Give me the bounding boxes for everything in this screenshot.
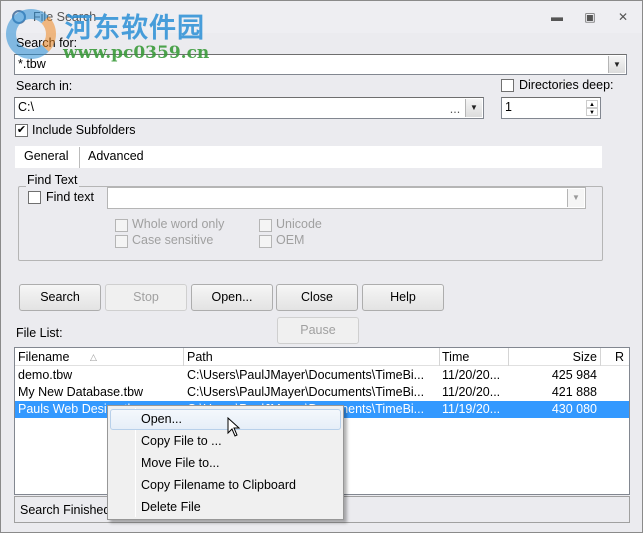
- oem-label: OEM: [276, 233, 305, 247]
- table-row[interactable]: My New Database.tbw C:\Users\PaulJMayer\…: [15, 384, 629, 401]
- chevron-down-icon[interactable]: ▼: [608, 56, 625, 73]
- cell-size: 430 080: [551, 402, 597, 416]
- spin-down-icon[interactable]: ▼: [586, 108, 598, 116]
- context-menu: Open... Copy File to ... Move File to...…: [107, 405, 344, 520]
- cell-time: 11/19/20...: [442, 402, 501, 416]
- column-divider[interactable]: [439, 348, 440, 366]
- include-subfolders-label: Include Subfolders: [32, 123, 136, 137]
- list-header: Filename △ Path Time Size R: [15, 348, 629, 366]
- whole-word-label: Whole word only: [132, 217, 225, 231]
- column-header-time[interactable]: Time: [442, 350, 469, 364]
- whole-word-checkbox[interactable]: [115, 219, 128, 232]
- directories-deep-value: 1: [505, 100, 512, 114]
- cell-time: 11/20/20...: [442, 368, 501, 382]
- column-header-r[interactable]: R: [615, 350, 624, 364]
- cell-path: C:\Users\PaulJMayer\Documents\TimeBi...: [187, 385, 425, 399]
- watermark-logo: [6, 9, 56, 59]
- unicode-checkbox[interactable]: [259, 219, 272, 232]
- search-in-label: Search in:: [16, 79, 73, 93]
- file-list-label: File List:: [16, 326, 63, 340]
- column-header-path[interactable]: Path: [187, 350, 213, 364]
- cell-filename: demo.tbw: [18, 368, 73, 382]
- column-divider[interactable]: [183, 348, 184, 366]
- menu-item-move-file[interactable]: Move File to...: [110, 453, 341, 474]
- close-button[interactable]: ✕: [612, 9, 634, 25]
- menu-item-copy-filename[interactable]: Copy Filename to Clipboard: [110, 475, 341, 496]
- search-in-combobox[interactable]: C:\ ... ▼: [14, 97, 484, 119]
- menu-item-delete-file[interactable]: Delete File: [110, 497, 341, 518]
- search-for-value: *.tbw: [18, 57, 46, 71]
- case-sensitive-label: Case sensitive: [132, 233, 214, 247]
- find-text-group-label: Find Text: [26, 173, 79, 187]
- menu-item-open[interactable]: Open...: [110, 409, 341, 430]
- table-row[interactable]: demo.tbw C:\Users\PaulJMayer\Documents\T…: [15, 367, 629, 384]
- cell-size: 425 984: [551, 368, 597, 382]
- directories-deep-spinner[interactable]: 1 ▲ ▼: [501, 97, 601, 119]
- chevron-down-icon[interactable]: ▼: [465, 99, 482, 117]
- unicode-label: Unicode: [276, 217, 322, 231]
- directories-deep-checkbox[interactable]: [501, 79, 514, 92]
- sort-ascending-icon: △: [90, 352, 97, 362]
- help-button[interactable]: Help: [362, 284, 444, 311]
- find-text-checkbox[interactable]: [28, 191, 41, 204]
- watermark-text: 河东软件园: [65, 13, 205, 44]
- column-header-filename[interactable]: Filename: [18, 350, 69, 364]
- cell-time: 11/20/20...: [442, 385, 501, 399]
- cell-path: C:\Users\PaulJMayer\Documents\TimeBi...: [187, 368, 425, 382]
- search-in-value: C:\: [18, 100, 34, 114]
- browse-button[interactable]: ...: [446, 99, 464, 117]
- find-text-label: Find text: [46, 190, 94, 204]
- menu-item-copy-file[interactable]: Copy File to ...: [110, 431, 341, 452]
- tab-advanced[interactable]: Advanced: [88, 149, 144, 163]
- status-text: Search Finished: [20, 503, 111, 517]
- pause-button[interactable]: Pause: [277, 317, 359, 344]
- open-button[interactable]: Open...: [191, 284, 273, 311]
- case-sensitive-checkbox[interactable]: [115, 235, 128, 248]
- column-header-size[interactable]: Size: [509, 350, 597, 364]
- directories-deep-label: Directories deep:: [519, 78, 614, 92]
- spin-up-icon[interactable]: ▲: [586, 100, 598, 108]
- tab-strip: General Advanced: [15, 146, 602, 168]
- chevron-down-icon[interactable]: ▼: [567, 189, 584, 207]
- mouse-cursor-icon: [227, 417, 241, 437]
- maximize-button[interactable]: ▣: [579, 9, 601, 25]
- minimize-button[interactable]: ▬: [546, 9, 568, 25]
- column-divider[interactable]: [600, 348, 601, 366]
- include-subfolders-checkbox[interactable]: ✔: [15, 124, 28, 137]
- find-text-combobox[interactable]: ▼: [107, 187, 586, 209]
- tab-divider: [79, 147, 80, 168]
- watermark-url: www.pc0359.cn: [63, 43, 210, 63]
- cell-size: 421 888: [551, 385, 597, 399]
- close-dialog-button[interactable]: Close: [276, 284, 358, 311]
- stop-button[interactable]: Stop: [105, 284, 187, 311]
- file-search-window: File Search ▬ ▣ ✕ Search for: *.tbw ▼ Se…: [0, 0, 643, 533]
- oem-checkbox[interactable]: [259, 235, 272, 248]
- cell-filename: My New Database.tbw: [18, 385, 144, 399]
- search-button[interactable]: Search: [19, 284, 101, 311]
- tab-general[interactable]: General: [24, 149, 68, 163]
